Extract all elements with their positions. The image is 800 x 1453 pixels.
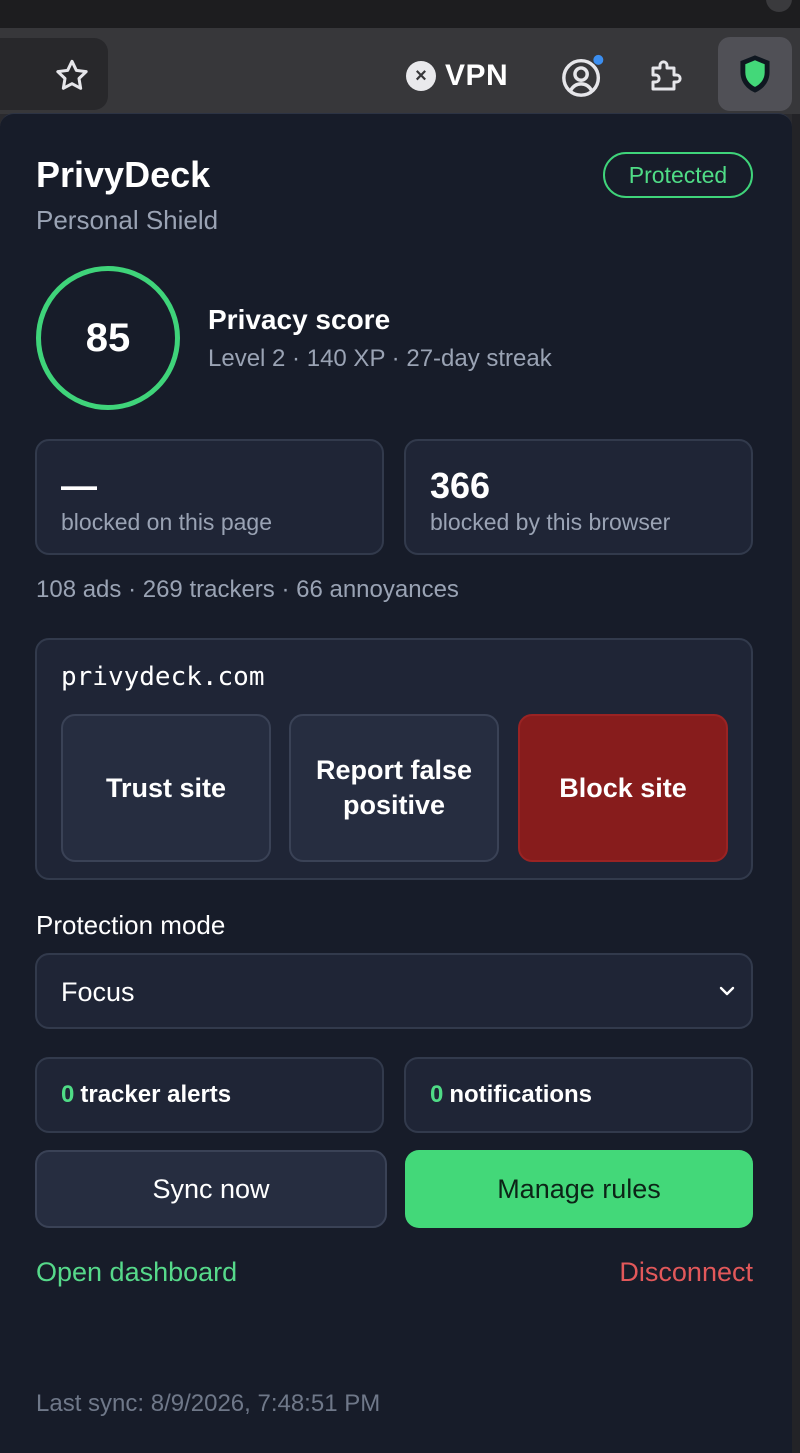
open-dashboard-link[interactable]: Open dashboard bbox=[36, 1257, 237, 1288]
tracker-alerts-count: 0 bbox=[61, 1081, 75, 1108]
privacy-score-details: Level 2 · 140 XP · 27-day streak bbox=[208, 345, 552, 372]
sync-now-button[interactable]: Sync now bbox=[35, 1150, 387, 1228]
report-false-positive-button[interactable]: Report false positive bbox=[289, 714, 499, 862]
extensions-puzzle-icon[interactable] bbox=[646, 54, 688, 96]
trust-site-button[interactable]: Trust site bbox=[61, 714, 271, 862]
manage-rules-button[interactable]: Manage rules bbox=[405, 1150, 753, 1228]
vpn-off-icon: × bbox=[406, 61, 436, 91]
site-card: privydeck.com Trust site Report false po… bbox=[35, 638, 753, 880]
vpn-label: VPN bbox=[445, 59, 509, 92]
disconnect-link[interactable]: Disconnect bbox=[619, 1257, 753, 1288]
vpn-button[interactable]: × VPN bbox=[406, 57, 508, 95]
notifications-pill[interactable]: 0 notifications bbox=[404, 1057, 753, 1133]
profile-icon[interactable] bbox=[560, 53, 606, 99]
protection-mode-label: Protection mode bbox=[36, 910, 226, 940]
privydeck-extension-button[interactable] bbox=[718, 37, 792, 111]
notifications-label: notifications bbox=[449, 1081, 593, 1108]
privacy-score-title: Privacy score bbox=[208, 304, 391, 335]
tracker-alerts-pill[interactable]: 0 tracker alerts bbox=[35, 1057, 384, 1133]
privacy-score-value: 85 bbox=[85, 315, 131, 360]
page-background bbox=[792, 114, 800, 1453]
stat-caption: blocked on this page bbox=[61, 509, 272, 535]
stat-value: — bbox=[61, 465, 97, 506]
stat-value: 366 bbox=[430, 465, 491, 506]
protection-mode-select[interactable]: Focus bbox=[35, 953, 753, 1029]
privacy-score-ring: 85 bbox=[36, 266, 180, 410]
stat-card-browser: 366 blocked by this browser bbox=[404, 439, 753, 555]
block-site-button[interactable]: Block site bbox=[518, 714, 728, 862]
site-domain: privydeck.com bbox=[61, 662, 265, 692]
protection-mode-value: Focus bbox=[61, 977, 135, 1007]
notifications-count: 0 bbox=[430, 1081, 444, 1108]
stat-caption: blocked by this browser bbox=[430, 509, 671, 535]
last-sync-text: Last sync: 8/9/2026, 7:48:51 PM bbox=[36, 1390, 381, 1417]
star-icon[interactable] bbox=[52, 56, 92, 96]
shield-extension-icon bbox=[740, 55, 770, 93]
app-subtitle: Personal Shield bbox=[36, 205, 219, 235]
app-title: PrivyDeck bbox=[36, 154, 211, 195]
window-control[interactable] bbox=[766, 0, 792, 12]
stat-card-page: — blocked on this page bbox=[35, 439, 384, 555]
chevron-down-icon bbox=[719, 986, 735, 996]
block-breakdown: 108 ads · 269 trackers · 66 annoyances bbox=[36, 576, 459, 603]
window-titlebar bbox=[0, 0, 800, 28]
extension-popup: PrivyDeck Personal Shield Protected 85 P… bbox=[0, 113, 792, 1453]
tracker-alerts-label: tracker alerts bbox=[80, 1081, 232, 1108]
status-badge: Protected bbox=[603, 152, 753, 198]
